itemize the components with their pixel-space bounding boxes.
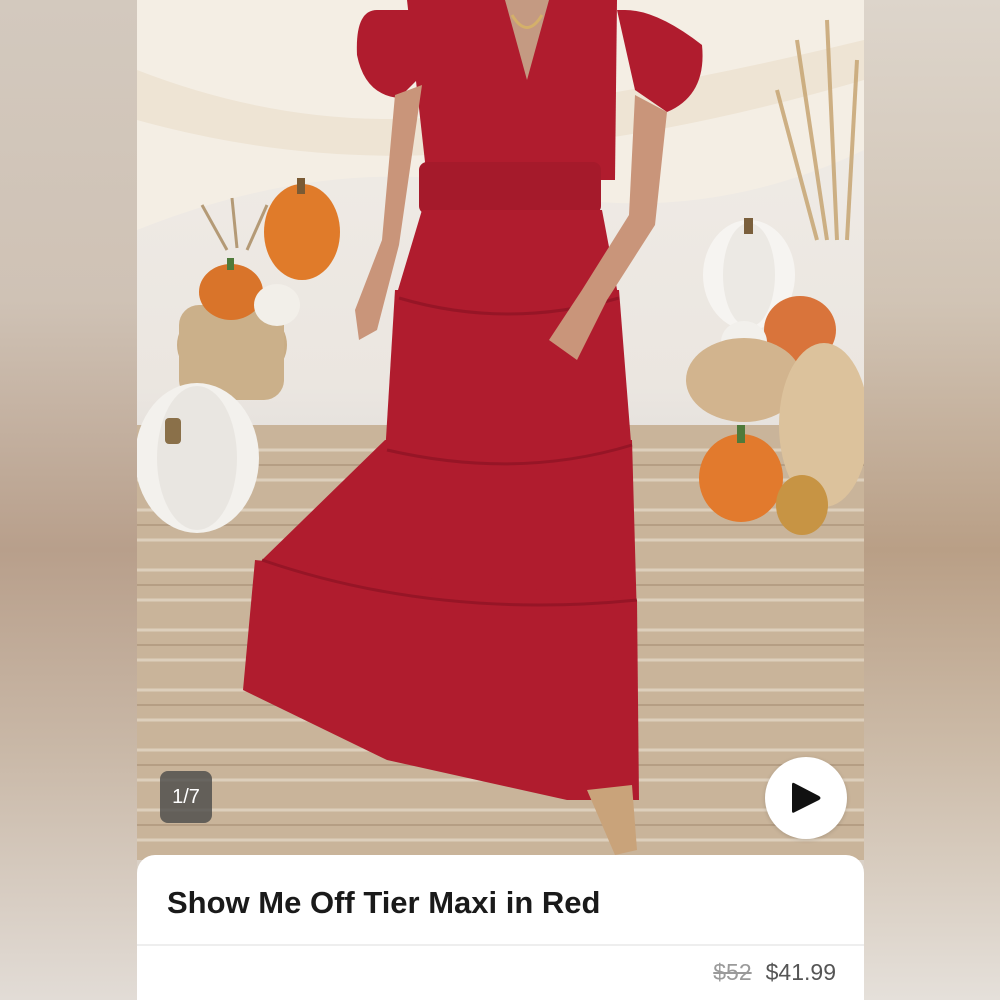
left-blur-margin <box>0 0 137 1000</box>
right-blur-margin <box>864 0 1000 1000</box>
product-photo[interactable] <box>137 0 864 860</box>
product-photo-illustration <box>137 0 864 860</box>
play-button[interactable] <box>765 757 847 839</box>
listing-info-card: Show Me Off Tier Maxi in Red $52 $41.99 <box>137 855 864 1000</box>
listing-title[interactable]: Show Me Off Tier Maxi in Red <box>167 885 601 921</box>
play-icon <box>792 782 821 813</box>
image-counter-text: 1/7 <box>172 785 200 808</box>
original-price: $52 <box>713 959 752 985</box>
sale-price: $41.99 <box>765 959 836 985</box>
divider <box>137 944 864 946</box>
image-counter-badge: 1/7 <box>160 771 212 823</box>
price-row: $52 $41.99 <box>713 959 836 986</box>
